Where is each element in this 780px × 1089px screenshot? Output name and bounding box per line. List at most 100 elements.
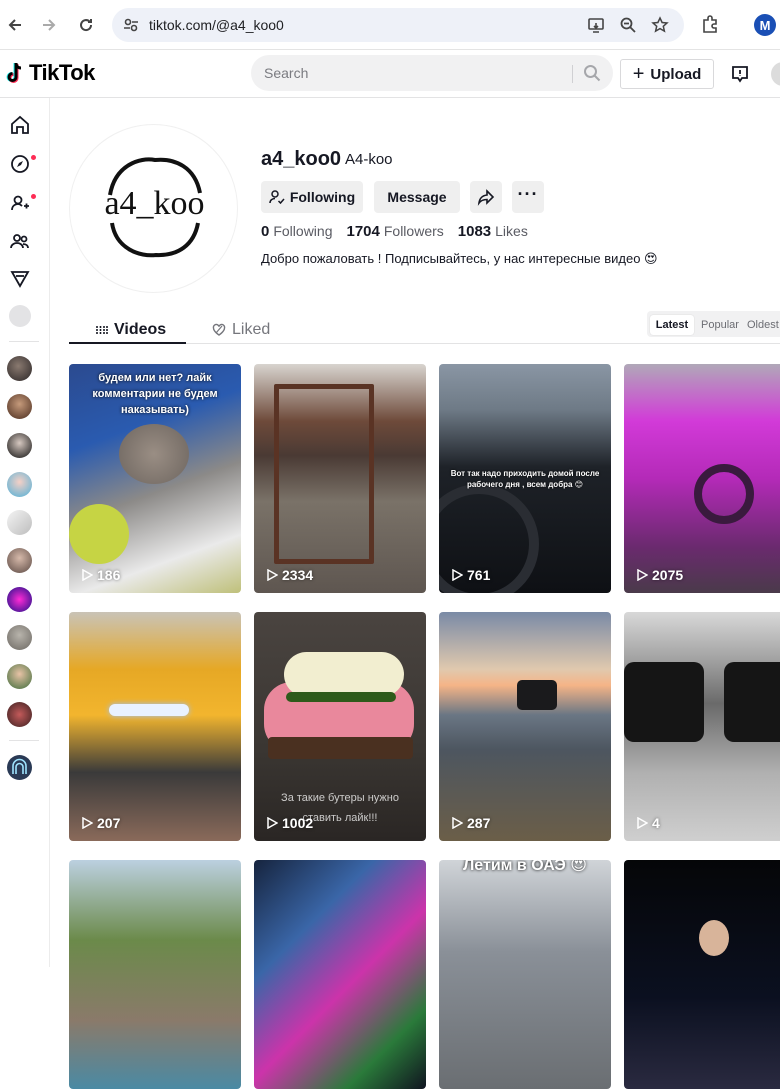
share-icon [477, 189, 495, 206]
bookmark-star-icon[interactable] [651, 16, 669, 34]
video-card[interactable]: будем или нет? лайк комментарии не будем… [69, 364, 241, 593]
followed-account-avatar[interactable] [7, 433, 32, 458]
tiktok-note-icon [6, 62, 22, 83]
search-input[interactable]: Search [264, 65, 308, 81]
likes-label: Likes [495, 223, 528, 239]
share-button[interactable] [470, 181, 502, 213]
back-icon[interactable] [4, 14, 26, 36]
followers-stat[interactable]: 1704 Followers [346, 223, 443, 240]
video-card[interactable]: Летим в ОАЭ 😍 [439, 860, 611, 1089]
followed-account-avatar[interactable] [7, 510, 32, 535]
video-views: 287 [451, 815, 490, 831]
video-views: 186 [81, 567, 120, 583]
shop-icon[interactable] [7, 755, 32, 780]
sidebar-divider [9, 740, 39, 741]
following-count: 0 [261, 223, 270, 240]
following-stat[interactable]: 0 Following [261, 223, 332, 240]
video-card[interactable] [624, 860, 780, 1089]
profile-nickname: A4-koo [345, 151, 393, 168]
followed-account-avatar[interactable] [7, 472, 32, 497]
followed-account-avatar[interactable] [7, 356, 32, 381]
video-view-count: 186 [97, 567, 121, 583]
home-icon[interactable] [9, 114, 31, 136]
address-bar[interactable]: tiktok.com/@a4_koo0 [112, 8, 684, 42]
forward-icon[interactable] [38, 14, 60, 36]
plus-icon: + [632, 63, 645, 85]
browser-toolbar: tiktok.com/@a4_koo0 M [0, 0, 780, 50]
following-notification-dot [31, 194, 36, 199]
sidebar [0, 98, 50, 967]
video-card[interactable]: 4 [624, 612, 780, 841]
video-thumbnail-car [517, 680, 557, 710]
video-thumbnail-object [69, 504, 129, 564]
explore-icon[interactable] [9, 153, 31, 175]
video-card[interactable]: Вот так надо приходить домой после рабоч… [439, 364, 611, 593]
video-card[interactable]: 287 [439, 612, 611, 841]
following-button[interactable]: Following [261, 181, 363, 213]
play-icon [267, 569, 278, 581]
tiktok-logo[interactable]: TikTok [6, 60, 95, 86]
video-thumbnail-cheese [284, 652, 404, 697]
search-divider [572, 65, 573, 83]
followed-account-avatar[interactable] [7, 394, 32, 419]
friends-icon[interactable] [9, 230, 31, 252]
profile-icon[interactable] [9, 305, 31, 327]
followers-label: Followers [383, 223, 444, 239]
search-bar[interactable]: Search [251, 55, 613, 91]
user-avatar[interactable] [771, 62, 780, 86]
followed-account-avatar[interactable] [7, 587, 32, 612]
message-button[interactable]: Message [374, 181, 460, 213]
profile-avatar[interactable]: a4_koo [69, 124, 238, 293]
play-icon [267, 817, 278, 829]
live-icon[interactable] [9, 268, 31, 290]
video-views: 207 [81, 815, 120, 831]
site-header: TikTok Search + Upload [0, 50, 780, 98]
more-options-button[interactable]: ··· [512, 181, 544, 213]
following-button-label: Following [289, 189, 356, 205]
cast-icon[interactable] [587, 16, 605, 34]
play-icon [82, 817, 93, 829]
video-card[interactable]: За такие бутеры нужно ставить лайк!!! 10… [254, 612, 426, 841]
sort-popular[interactable]: Popular [697, 315, 743, 335]
extensions-icon[interactable] [700, 14, 722, 36]
video-caption: будем или нет? лайк комментарии не будем… [92, 372, 218, 416]
video-card[interactable]: 2075 [624, 364, 780, 593]
sort-oldest[interactable]: Oldest [747, 315, 780, 335]
liked-heart-icon [212, 323, 226, 336]
upload-label: Upload [650, 65, 702, 83]
inbox-icon[interactable] [730, 64, 750, 84]
video-card[interactable]: 207 [69, 612, 241, 841]
reload-icon[interactable] [75, 14, 97, 36]
zoom-icon[interactable] [619, 16, 637, 34]
video-view-count: 4 [652, 815, 660, 831]
video-thumbnail-bread [268, 737, 413, 759]
video-thumbnail-headlight [109, 704, 189, 716]
followed-account-avatar[interactable] [7, 664, 32, 689]
site-settings-icon[interactable] [122, 16, 140, 34]
followed-account-avatar[interactable] [7, 702, 32, 727]
tab-liked-label: Liked [232, 321, 271, 338]
video-card[interactable] [69, 860, 241, 1089]
profile-stats: 0 Following 1704 Followers 1083 Likes [261, 223, 528, 240]
video-view-count: 761 [467, 567, 491, 583]
followed-account-avatar[interactable] [7, 548, 32, 573]
url-text[interactable]: tiktok.com/@a4_koo0 [149, 17, 284, 33]
play-icon [82, 569, 93, 581]
tab-liked[interactable]: Liked [212, 317, 270, 343]
video-view-count: 2075 [652, 567, 684, 583]
profile-bio: Добро пожаловать ! Подписывайтесь, у нас… [261, 251, 658, 266]
video-view-count: 287 [467, 815, 491, 831]
video-card[interactable]: 2334 [254, 364, 426, 593]
video-card[interactable] [254, 860, 426, 1089]
search-icon[interactable] [583, 64, 601, 82]
following-icon[interactable] [9, 192, 31, 214]
followed-account-avatar[interactable] [7, 625, 32, 650]
play-icon [452, 817, 463, 829]
browser-profile-avatar[interactable]: M [754, 14, 776, 36]
video-caption: Вот так надо приходить домой после рабоч… [450, 469, 600, 489]
upload-button[interactable]: + Upload [620, 59, 714, 89]
sort-latest[interactable]: Latest [650, 315, 694, 335]
video-view-count: 207 [97, 815, 121, 831]
tab-videos-label: Videos [114, 321, 167, 338]
tab-videos[interactable]: Videos [96, 317, 166, 343]
